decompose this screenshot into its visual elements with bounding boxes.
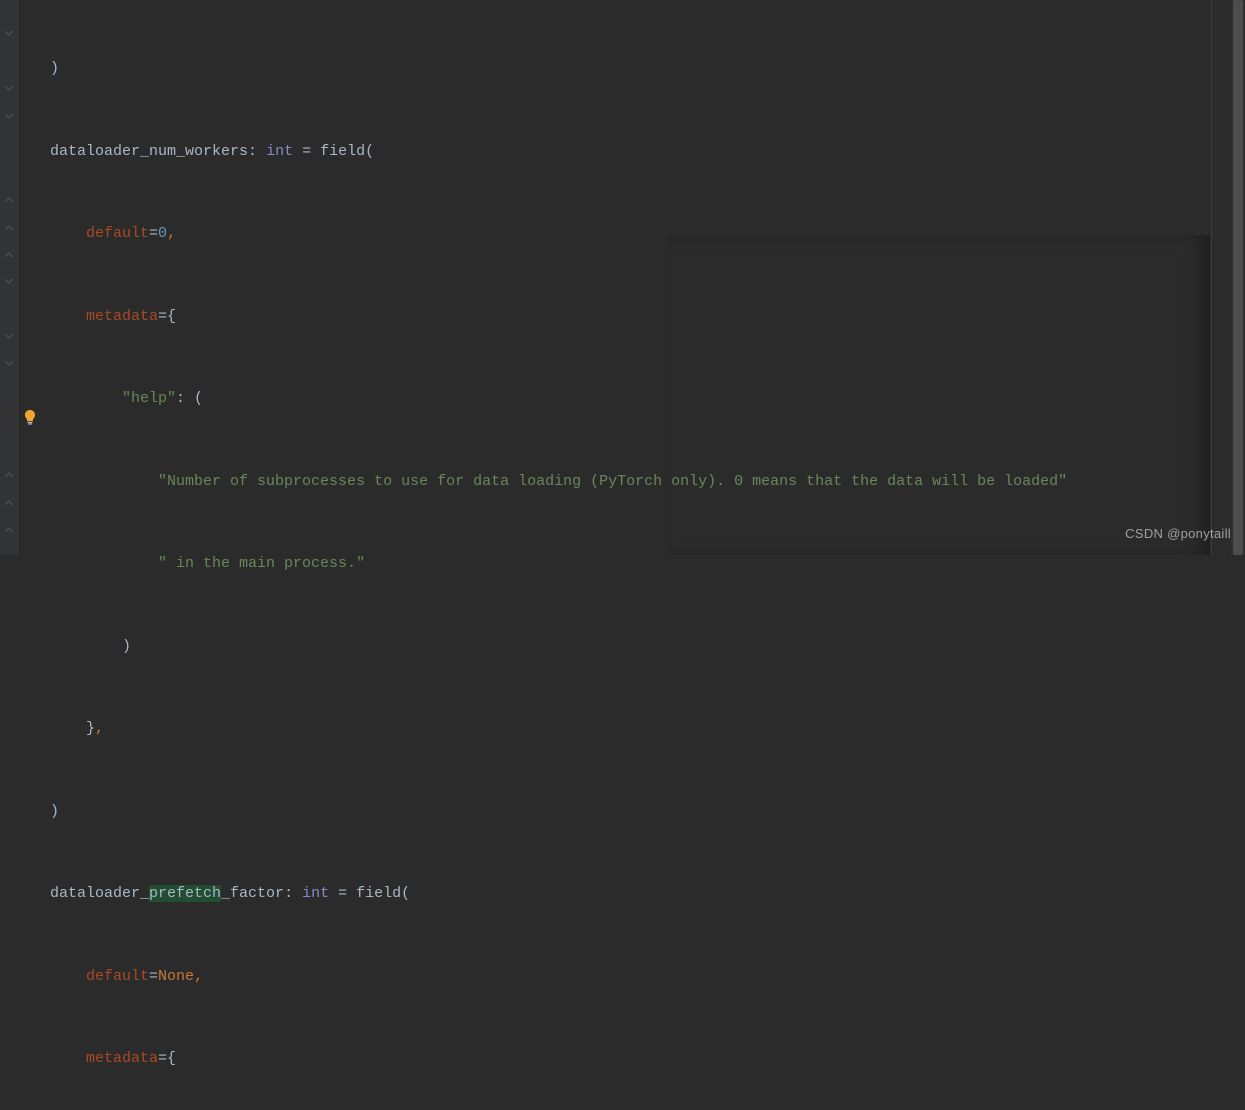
indent xyxy=(50,638,122,655)
watermark: CSDN @ponytaill xyxy=(1125,520,1231,548)
fold-mark-icon[interactable] xyxy=(3,85,15,93)
indent xyxy=(50,390,122,407)
code-line: ) xyxy=(50,633,1209,661)
tok: ={ xyxy=(158,308,176,325)
code-line: }, xyxy=(50,715,1209,743)
fold-mark-icon[interactable] xyxy=(3,333,15,341)
code-line: dataloader_num_workers: int = field( xyxy=(50,138,1209,166)
right-border xyxy=(1211,0,1212,555)
code-line: ) xyxy=(50,55,1209,83)
fold-mark-icon[interactable] xyxy=(3,250,15,258)
tok: default xyxy=(86,225,149,242)
tok: _factor xyxy=(221,885,284,902)
code-line: dataloader_prefetch_factor: int = field( xyxy=(50,880,1209,908)
tok: 0 xyxy=(158,225,167,242)
tok: dataloader_num_workers xyxy=(50,143,248,160)
code-line: default=0, xyxy=(50,220,1209,248)
fold-mark-icon[interactable] xyxy=(3,525,15,533)
tok: field( xyxy=(356,885,410,902)
indent xyxy=(50,225,86,242)
code-line: "help": ( xyxy=(50,385,1209,413)
indent xyxy=(50,555,158,572)
tok: , xyxy=(167,225,176,242)
tok: metadata xyxy=(86,308,158,325)
scrollbar-thumb[interactable] xyxy=(1233,0,1243,555)
gutter xyxy=(0,0,18,555)
tok: = xyxy=(149,225,158,242)
tok: = xyxy=(293,143,320,160)
tok: } xyxy=(86,720,95,737)
fold-mark-icon[interactable] xyxy=(3,498,15,506)
tok: None xyxy=(158,968,194,985)
tok: ) xyxy=(50,803,59,820)
tok: = xyxy=(149,968,158,985)
code-line: ) xyxy=(50,798,1209,826)
code-line: " in the main process." xyxy=(50,550,1209,578)
tok: : xyxy=(248,143,266,160)
fold-mark-icon[interactable] xyxy=(3,223,15,231)
tok: field( xyxy=(320,143,374,160)
vertical-scrollbar[interactable] xyxy=(1231,0,1245,555)
tok: = xyxy=(329,885,356,902)
code-line: metadata={ xyxy=(50,1045,1209,1073)
indent xyxy=(50,308,86,325)
fold-mark-icon[interactable] xyxy=(3,278,15,286)
fold-mark-icon[interactable] xyxy=(3,360,15,368)
indent xyxy=(50,473,158,490)
code-text-area[interactable]: ) dataloader_num_workers: int = field( d… xyxy=(18,0,1209,555)
tok: metadata xyxy=(86,1050,158,1067)
tok: , xyxy=(194,968,203,985)
code-line: default=None, xyxy=(50,963,1209,991)
indent xyxy=(50,720,86,737)
tok: , xyxy=(95,720,104,737)
tok: int xyxy=(302,885,329,902)
tok: ) xyxy=(50,60,59,77)
code-line: "Number of subprocesses to use for data … xyxy=(50,468,1209,496)
fold-mark-icon[interactable] xyxy=(3,113,15,121)
tok: int xyxy=(266,143,293,160)
tok: ) xyxy=(122,638,131,655)
intention-bulb-icon[interactable] xyxy=(22,408,38,424)
fold-mark-icon[interactable] xyxy=(3,30,15,38)
search-match-highlight: prefetch xyxy=(149,885,221,902)
tok: "Number of subprocesses to use for data … xyxy=(158,473,1067,490)
code-line: metadata={ xyxy=(50,303,1209,331)
indent xyxy=(50,968,86,985)
tok: dataloader_ xyxy=(50,885,149,902)
tok: " in the main process." xyxy=(158,555,365,572)
tok: "help" xyxy=(122,390,176,407)
fold-mark-icon[interactable] xyxy=(3,470,15,478)
tok: : ( xyxy=(176,390,203,407)
fold-mark-icon[interactable] xyxy=(3,195,15,203)
code-editor[interactable]: ) dataloader_num_workers: int = field( d… xyxy=(0,0,1245,555)
tok: ={ xyxy=(158,1050,176,1067)
tok: default xyxy=(86,968,149,985)
tok: : xyxy=(284,885,302,902)
indent xyxy=(50,1050,86,1067)
